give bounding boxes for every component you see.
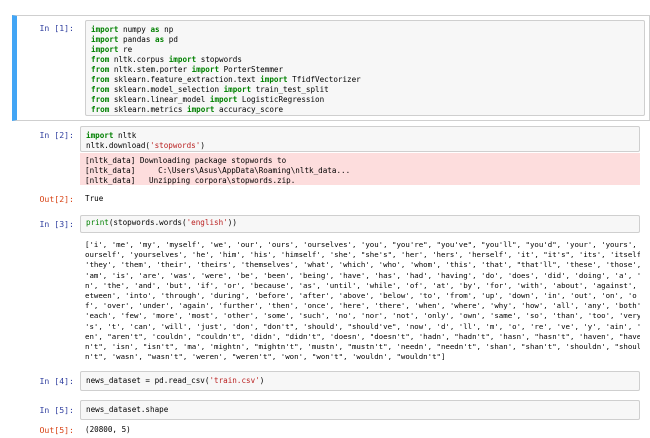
code-input[interactable]: import numpy as np import pandas as pd i… (85, 20, 645, 116)
output-area: (20800, 5) (80, 422, 640, 436)
code-cell-4[interactable]: In [4]: news_dataset = pd.read_csv('trai… (12, 371, 644, 393)
input-prompt: In [4]: (39, 376, 74, 386)
code-input[interactable]: print(stopwords.words('english')) (80, 215, 640, 233)
code-text[interactable]: news_dataset.shape (81, 401, 639, 419)
stdout-text: ['i', 'me', 'my', 'myself', 'we', 'our',… (85, 240, 640, 362)
code-input[interactable]: news_dataset.shape (80, 400, 640, 420)
code-text[interactable]: import numpy as np import pandas as pd i… (86, 21, 644, 119)
input-prompt: In [1]: (39, 23, 74, 33)
input-prompt: In [5]: (39, 405, 74, 415)
stderr-output: [nltk_data] Downloading package stopword… (80, 153, 640, 185)
code-text[interactable]: news_dataset = pd.read_csv('train.csv') (81, 372, 639, 390)
output-text: (20800, 5) (85, 425, 131, 434)
output-area: True (80, 191, 640, 205)
notebook: In [1]: import numpy as np import pandas… (0, 0, 650, 437)
code-cell-3[interactable]: In [3]: print(stopwords.words('english')… (12, 215, 644, 365)
output-prompt: Out[2]: (39, 194, 74, 204)
code-input[interactable]: import nltk nltk.download('stopwords') (80, 126, 640, 152)
code-text[interactable]: print(stopwords.words('english')) (81, 216, 639, 232)
code-cell-1[interactable]: In [1]: import numpy as np import pandas… (12, 15, 650, 121)
stdout-output: ['i', 'me', 'my', 'myself', 'we', 'our',… (80, 237, 640, 377)
input-prompt: In [2]: (39, 130, 74, 140)
code-cell-5[interactable]: In [5]: news_dataset.shape Out[5]: (2080… (12, 400, 644, 437)
code-cell-2[interactable]: In [2]: import nltk nltk.download('stopw… (12, 126, 644, 204)
output-prompt: Out[5]: (39, 425, 74, 435)
code-input[interactable]: news_dataset = pd.read_csv('train.csv') (80, 371, 640, 391)
code-text[interactable]: import nltk nltk.download('stopwords') (81, 127, 639, 155)
input-prompt: In [3]: (39, 219, 74, 229)
output-text: True (85, 194, 104, 203)
stderr-text: [nltk_data] Downloading package stopword… (85, 156, 351, 186)
